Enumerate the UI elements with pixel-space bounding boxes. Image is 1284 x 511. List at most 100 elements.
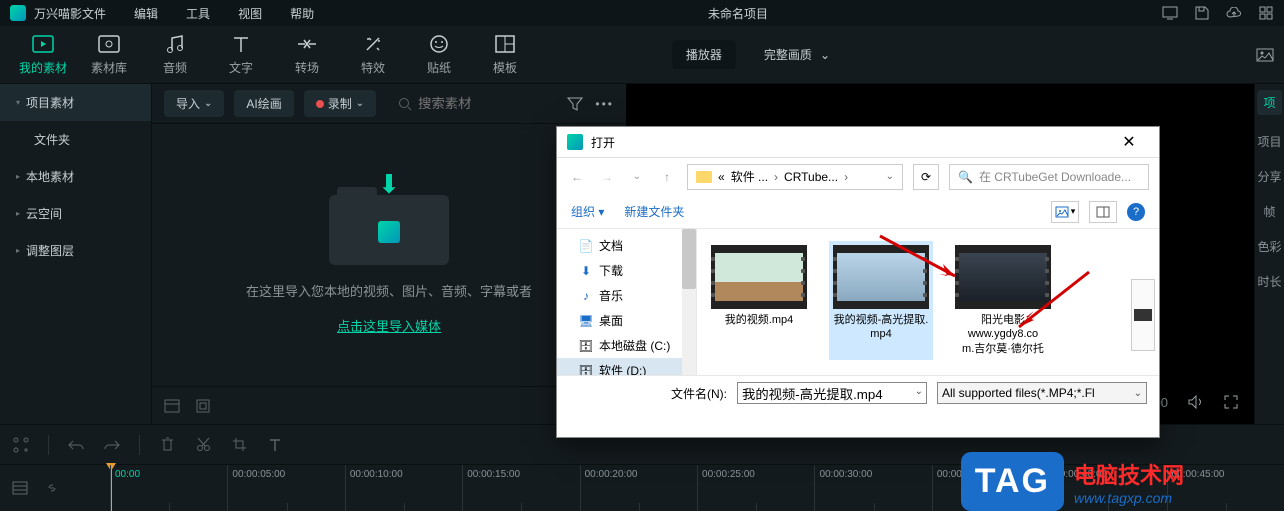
panel-icon-2[interactable] bbox=[196, 399, 210, 413]
dialog-logo-icon bbox=[567, 134, 583, 150]
menu-help[interactable]: 帮助 bbox=[290, 5, 314, 22]
picture-icon[interactable] bbox=[1256, 48, 1274, 62]
tree-project-media[interactable]: ▾项目素材 bbox=[0, 84, 151, 121]
tree-documents[interactable]: 📄文档 bbox=[557, 233, 696, 258]
tab-effect-label: 特效 bbox=[361, 59, 385, 76]
tree-folder[interactable]: 文件夹 bbox=[0, 121, 151, 158]
fullscreen-icon[interactable] bbox=[1224, 395, 1238, 409]
tl-undo-icon[interactable] bbox=[67, 436, 85, 454]
record-dot-icon bbox=[316, 100, 324, 108]
nav-forward-icon[interactable]: → bbox=[597, 170, 617, 184]
panel-icon-1[interactable] bbox=[164, 399, 180, 413]
cloud-icon[interactable] bbox=[1226, 5, 1242, 21]
record-button[interactable]: 录制⌄ bbox=[304, 90, 376, 117]
tree-downloads[interactable]: ⬇下载 bbox=[557, 258, 696, 283]
tl-add-icon[interactable] bbox=[12, 436, 30, 454]
ruler-mark: 00:00:20:00 bbox=[580, 465, 697, 511]
ruler-mark: 00:00 bbox=[110, 465, 227, 511]
save-icon[interactable] bbox=[1194, 5, 1210, 21]
tree-desktop[interactable]: 🖥桌面 bbox=[557, 308, 696, 333]
tree-local-media[interactable]: ▸本地素材 bbox=[0, 158, 151, 195]
media-panel: 导入⌄ AI绘画 录制⌄ ••• ⬇ 在这里导入您本地的视频、图片、音频、字幕或… bbox=[152, 84, 626, 424]
tab-transition[interactable]: 转场 bbox=[274, 33, 340, 76]
tree-folder-label: 文件夹 bbox=[34, 131, 70, 148]
file-item-2[interactable]: 我的视频-高光提取.mp4 bbox=[829, 241, 933, 360]
tl-redo-icon[interactable] bbox=[103, 436, 121, 454]
more-icon[interactable]: ••• bbox=[595, 97, 614, 111]
tab-template-label: 模板 bbox=[493, 59, 517, 76]
tree-scrollbar[interactable] bbox=[682, 229, 696, 375]
chevron-down-icon[interactable]: ⌄ bbox=[915, 386, 923, 397]
nav-recent-icon[interactable]: ⌄ bbox=[627, 171, 647, 182]
refresh-button[interactable]: ⟳ bbox=[913, 164, 939, 190]
watermark-text: 电脑技术网 www.tagxp.com bbox=[1074, 458, 1184, 506]
nav-back-icon[interactable]: ← bbox=[567, 170, 587, 184]
tab-my-media-label: 我的素材 bbox=[19, 59, 67, 76]
tree-disk-c[interactable]: 🗄本地磁盘 (C:) bbox=[557, 333, 696, 358]
address-bar[interactable]: « 软件 ... › CRTube... › ⌄ bbox=[687, 164, 903, 190]
help-button[interactable]: ? bbox=[1127, 203, 1145, 221]
menu-view[interactable]: 视图 bbox=[238, 5, 262, 22]
view-mode-button[interactable]: ▾ bbox=[1051, 201, 1079, 223]
chevron-down-icon: ⌄ bbox=[204, 98, 212, 109]
grid-icon[interactable] bbox=[1258, 5, 1274, 21]
file-item-3[interactable]: 阳光电影www.ygdy8.com.吉尔莫·德尔托 bbox=[951, 241, 1055, 360]
rs-time[interactable]: 时长 bbox=[1257, 273, 1281, 290]
path-seg-2[interactable]: CRTube... bbox=[784, 170, 838, 184]
menu-file[interactable]: 文件 bbox=[82, 5, 106, 22]
tl-link-icon[interactable] bbox=[44, 481, 60, 495]
nav-up-icon[interactable]: ↑ bbox=[657, 170, 677, 184]
tl-cut-icon[interactable] bbox=[194, 436, 212, 454]
rs-frame[interactable]: 帧 bbox=[1263, 203, 1275, 220]
import-button[interactable]: 导入⌄ bbox=[164, 90, 224, 117]
file-filter-select[interactable]: All supported files(*.MP4;*.Fl ⌄ bbox=[937, 382, 1147, 404]
rs-panel[interactable]: 项 bbox=[1257, 90, 1281, 115]
close-button[interactable]: ✕ bbox=[1109, 132, 1149, 152]
tree-cloud-label: 云空间 bbox=[26, 205, 62, 222]
dialog-titlebar: 打开 ✕ bbox=[557, 127, 1159, 157]
tl-track-icon[interactable] bbox=[12, 481, 28, 495]
path-seg-1[interactable]: 软件 ... bbox=[731, 168, 768, 185]
rs-color[interactable]: 色彩 bbox=[1257, 238, 1281, 255]
tab-sticker-label: 贴纸 bbox=[427, 59, 451, 76]
rs-project[interactable]: 项目 bbox=[1257, 133, 1281, 150]
tab-text[interactable]: 文字 bbox=[208, 33, 274, 76]
menu-tool[interactable]: 工具 bbox=[186, 5, 210, 22]
video-thumbnail bbox=[833, 245, 929, 309]
tab-audio[interactable]: 音频 bbox=[142, 33, 208, 76]
nav-pane-thumb bbox=[1131, 279, 1155, 351]
menu-bar: 文件 编辑 工具 视图 帮助 bbox=[82, 5, 314, 22]
tree-music[interactable]: ♪音乐 bbox=[557, 283, 696, 308]
quality-dropdown[interactable]: 完整画质⌄ bbox=[754, 40, 840, 69]
ai-draw-button[interactable]: AI绘画 bbox=[234, 90, 293, 117]
tab-media-lib[interactable]: 素材库 bbox=[76, 33, 142, 76]
preview-pane-button[interactable] bbox=[1089, 201, 1117, 223]
tree-cloud[interactable]: ▸云空间 bbox=[0, 195, 151, 232]
tab-my-media[interactable]: 我的素材 bbox=[10, 33, 76, 76]
screen-icon[interactable] bbox=[1162, 5, 1178, 21]
tree-adjust-layer[interactable]: ▸调整图层 bbox=[0, 232, 151, 269]
filter-icon[interactable] bbox=[567, 97, 583, 111]
tl-crop-icon[interactable] bbox=[230, 436, 248, 454]
organize-menu[interactable]: 组织 ▾ bbox=[571, 203, 604, 220]
filename-input[interactable] bbox=[737, 382, 927, 404]
music-icon: ♪ bbox=[579, 289, 593, 303]
search-box[interactable] bbox=[386, 96, 557, 111]
dialog-search-box[interactable]: 🔍 在 CRTubeGet Downloade... bbox=[949, 164, 1149, 190]
tl-delete-icon[interactable] bbox=[158, 436, 176, 454]
volume-icon[interactable] bbox=[1188, 395, 1204, 409]
tree-disk-d[interactable]: 🗄软件 (D:) bbox=[557, 358, 696, 375]
tab-template[interactable]: 模板 bbox=[472, 33, 538, 76]
menu-edit[interactable]: 编辑 bbox=[134, 5, 158, 22]
tab-sticker[interactable]: 贴纸 bbox=[406, 33, 472, 76]
tab-effect[interactable]: 特效 bbox=[340, 33, 406, 76]
file-item-1[interactable]: 我的视频.mp4 bbox=[707, 241, 811, 360]
rs-share[interactable]: 分享 bbox=[1257, 168, 1281, 185]
search-input[interactable] bbox=[418, 96, 518, 111]
tl-text-icon[interactable] bbox=[266, 436, 284, 454]
import-link[interactable]: 点击这里导入媒体 bbox=[337, 316, 441, 335]
new-folder-button[interactable]: 新建文件夹 bbox=[624, 203, 684, 220]
import-folder-icon: ⬇ bbox=[329, 175, 449, 265]
path-dropdown-icon[interactable]: ⌄ bbox=[886, 171, 894, 182]
import-drop-zone[interactable]: ⬇ 在这里导入您本地的视频、图片、音频、字幕或者 点击这里导入媒体 bbox=[152, 124, 626, 386]
